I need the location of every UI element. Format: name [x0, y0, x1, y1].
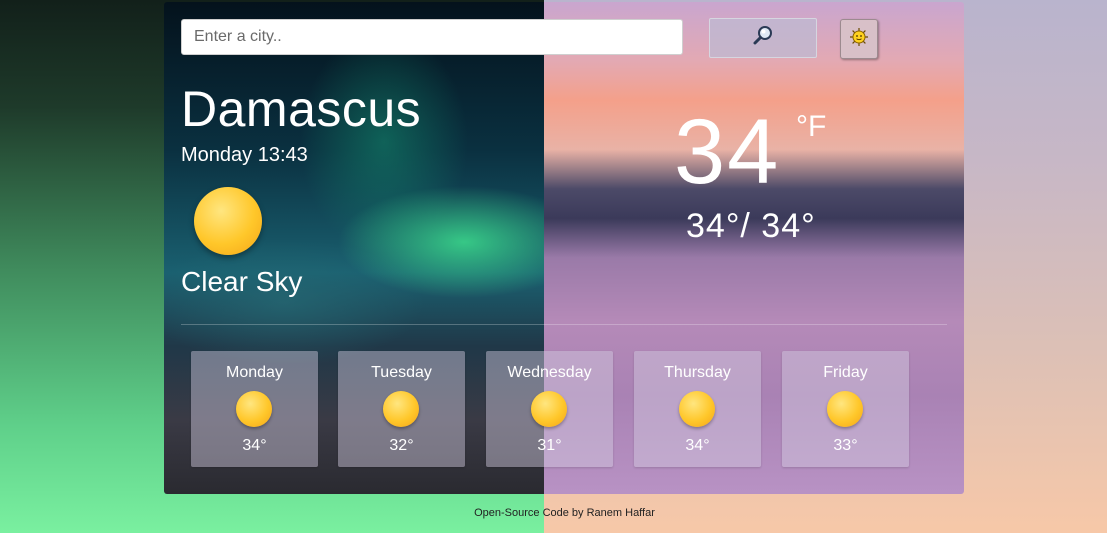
sun-icon	[531, 391, 567, 427]
min-max-temperature: 34°/ 34°	[686, 207, 816, 245]
sun-icon	[383, 391, 419, 427]
forecast-day-card: Wednesday 31°	[486, 351, 613, 467]
author-credit: by Ranem Haffar	[568, 507, 655, 519]
forecast-day-name: Thursday	[664, 364, 731, 381]
magnifier-icon	[752, 25, 774, 52]
weather-condition: Clear Sky	[181, 266, 303, 297]
forecast-day-card: Friday 33°	[782, 351, 909, 467]
forecast-day-temp: 32°	[389, 437, 414, 454]
forecast-day-name: Tuesday	[371, 364, 432, 381]
divider	[181, 324, 947, 325]
forecast-day-temp: 33°	[833, 437, 858, 454]
sun-gear-icon	[849, 27, 869, 52]
sun-icon	[194, 187, 262, 255]
forecast-day-card: Tuesday 32°	[338, 351, 465, 467]
weather-card: Damascus Monday 13:43 Clear Sky 34 °F 34…	[164, 2, 964, 494]
sun-icon	[827, 391, 863, 427]
forecast-day-name: Friday	[823, 364, 868, 381]
search-button[interactable]	[709, 18, 817, 58]
temperature-unit: °F	[796, 110, 827, 143]
city-name: Damascus	[181, 81, 422, 137]
footer: Open-Source Code by Ranem Haffar	[0, 507, 1107, 519]
forecast-day-name: Wednesday	[507, 364, 592, 381]
forecast-day-temp: 34°	[242, 437, 267, 454]
city-search-input[interactable]	[181, 19, 683, 55]
forecast-day-temp: 31°	[537, 437, 562, 454]
forecast-day-temp: 34°	[685, 437, 710, 454]
current-temperature: 34	[674, 102, 780, 198]
forecast-row: Monday 34° Tuesday 32° Wednesday 31° Thu…	[191, 351, 937, 469]
forecast-day-card: Monday 34°	[191, 351, 318, 467]
sun-icon	[236, 391, 272, 427]
unit-toggle-button[interactable]	[840, 19, 878, 59]
forecast-day-card: Thursday 34°	[634, 351, 761, 467]
source-code-link[interactable]: Open-Source Code	[474, 507, 569, 519]
sun-icon	[679, 391, 715, 427]
current-datetime: Monday 13:43	[181, 144, 308, 166]
forecast-day-name: Monday	[226, 364, 283, 381]
temperature-value: 34	[674, 101, 781, 203]
